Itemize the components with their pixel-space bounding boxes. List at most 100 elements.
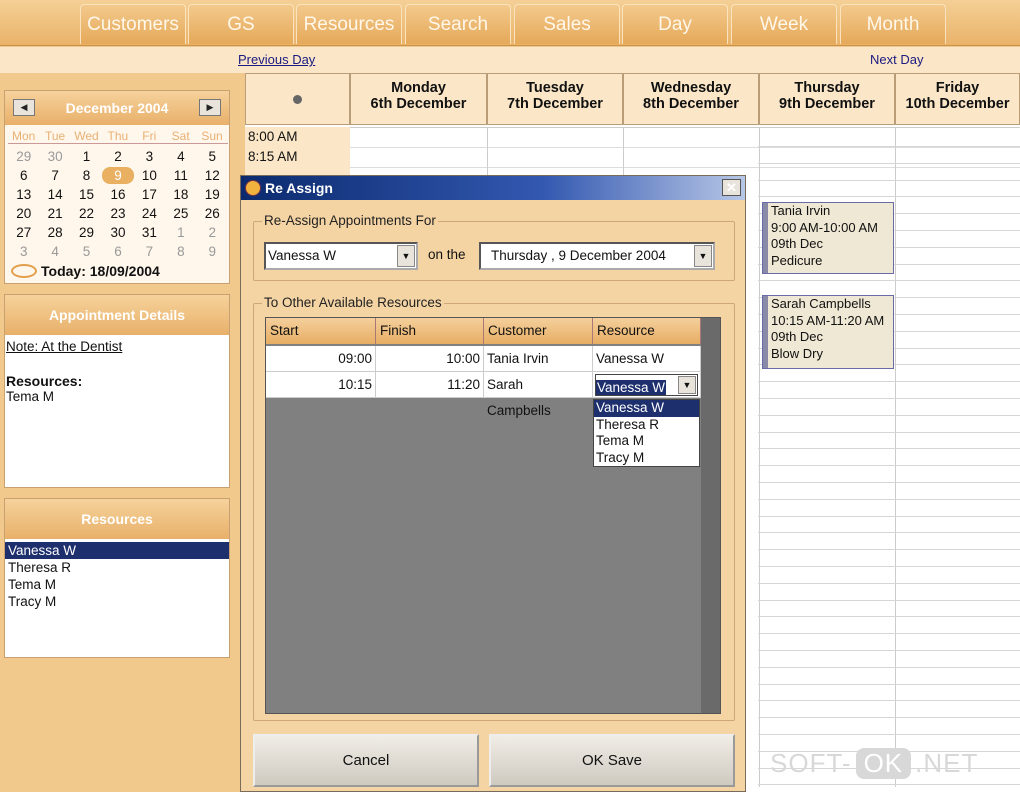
day-header-thursday[interactable]: Thursday 9th December [759,73,895,125]
calendar-day[interactable]: 22 [71,205,102,222]
resources-label: Resources: [6,373,83,389]
calendar-day[interactable]: 17 [134,186,165,203]
calendar-day[interactable]: 5 [71,243,102,260]
schedule-row-line [758,280,1020,281]
calendar-day[interactable]: 13 [8,186,39,203]
schedule-row-line [758,616,1020,617]
appointment-time: 9:00 AM-10:00 AM [771,219,878,235]
dialog-title-bar: Re Assign ✕ [241,176,745,200]
calendar-day[interactable]: 3 [134,148,165,165]
column-header[interactable]: Resource [593,318,701,344]
resource-list-item[interactable]: Vanessa W [5,542,229,559]
calendar-day[interactable]: 8 [71,167,102,184]
calendar-day[interactable]: 23 [102,205,133,222]
left-arrow-icon[interactable]: ◀ [13,99,35,116]
column-header[interactable]: Finish [376,318,484,344]
tab-week[interactable]: Week [731,4,837,44]
previous-day-link[interactable]: Previous Day [238,52,315,67]
resource-list-item[interactable]: Tema M [5,576,229,593]
calendar-day[interactable]: 4 [165,148,196,165]
day-date: 10th December [905,96,1010,112]
cancel-button[interactable]: Cancel [253,734,479,787]
calendar-day[interactable]: 11 [165,167,196,184]
calendar-day[interactable]: 31 [134,224,165,241]
calendar-day[interactable]: 24 [134,205,165,222]
schedule-row-line [758,516,1020,517]
calendar-day[interactable]: 29 [8,148,39,165]
calendar-day[interactable]: 2 [197,224,228,241]
calendar-day[interactable]: 30 [102,224,133,241]
cell-resource-combo[interactable]: Vanessa W ▼ [593,372,701,398]
calendar-day[interactable]: 12 [197,167,228,184]
today-link[interactable]: Today: 18/09/2004 [11,263,160,279]
calendar-day[interactable]: 6 [8,167,39,184]
calendar-day[interactable]: 8 [165,243,196,260]
cell-start: 09:00 [266,346,376,372]
table-scrollbar[interactable] [701,318,720,713]
calendar-day[interactable]: 25 [165,205,196,222]
column-header[interactable]: Customer [484,318,593,344]
tab-month[interactable]: Month [840,4,946,44]
calendar-day[interactable]: 26 [197,205,228,222]
appointment-block[interactable]: Sarah Campbells 10:15 AM-11:20 AM 09th D… [762,295,894,369]
calendar-day[interactable]: 30 [39,148,70,165]
calendar-day[interactable]: 1 [71,148,102,165]
calendar-day[interactable]: 21 [39,205,70,222]
calendar-day[interactable]: 16 [102,186,133,203]
calendar-day[interactable]: 2 [102,148,133,165]
calendar-day[interactable]: 29 [71,224,102,241]
calendar-day[interactable]: 5 [197,148,228,165]
resource-list-item[interactable]: Theresa R [5,559,229,576]
resource-list-item[interactable]: Tracy M [5,593,229,610]
resource-select[interactable]: Vanessa W ▼ [264,242,418,270]
right-arrow-icon[interactable]: ▶ [199,99,221,116]
close-icon[interactable]: ✕ [722,179,741,196]
tab-day[interactable]: Day [622,4,728,44]
calendar-day[interactable]: 9 [197,243,228,260]
calendar-day[interactable]: 4 [39,243,70,260]
dropdown-option[interactable]: Tema M [594,433,699,450]
calendar-day[interactable]: 9 [102,167,134,184]
dropdown-option[interactable]: Vanessa W [594,400,699,417]
calendar-day[interactable]: 7 [134,243,165,260]
calendar-day[interactable]: 3 [8,243,39,260]
day-header-friday[interactable]: Friday 10th December [895,73,1020,125]
weekday-label: Wed [74,129,99,143]
tab-sales[interactable]: Sales [514,4,620,44]
calendar-day[interactable]: 7 [39,167,70,184]
cell-resource[interactable]: Vanessa W [593,346,701,372]
schedule-row-line [758,684,1020,685]
chevron-down-icon[interactable]: ▼ [397,245,415,267]
calendar-day[interactable]: 20 [8,205,39,222]
tab-resources[interactable]: Resources [296,4,402,44]
schedule-row-line [758,381,1020,382]
calendar-day[interactable]: 15 [71,186,102,203]
date-picker[interactable]: Thursday , 9 December 2004 ▼ [479,242,715,270]
calendar-day[interactable]: 14 [39,186,70,203]
chevron-down-icon[interactable]: ▼ [694,245,712,267]
day-header-tuesday[interactable]: Tuesday 7th December [487,73,623,125]
calendar-day[interactable]: 28 [39,224,70,241]
calendar-day[interactable]: 10 [134,167,165,184]
today-label: Today: 18/09/2004 [41,263,160,279]
appointment-block[interactable]: Tania Irvin 9:00 AM-10:00 AM 09th Dec Pe… [762,202,894,274]
resources-title: Resources [5,499,229,539]
day-header-wednesday[interactable]: Wednesday 8th December [623,73,759,125]
column-divider [895,127,896,787]
calendar-day[interactable]: 19 [197,186,228,203]
dropdown-option[interactable]: Tracy M [594,450,699,467]
day-header-monday[interactable]: Monday 6th December [350,73,487,125]
calendar-day[interactable]: 18 [165,186,196,203]
app-icon [245,180,261,196]
ok-save-button[interactable]: OK Save [489,734,735,787]
tab-customers[interactable]: Customers [80,4,186,44]
next-day-link[interactable]: Next Day [870,52,923,67]
tab-gs[interactable]: GS [188,4,294,44]
column-header[interactable]: Start [266,318,376,344]
calendar-day[interactable]: 27 [8,224,39,241]
chevron-down-icon[interactable]: ▼ [678,376,696,394]
tab-search[interactable]: Search [405,4,511,44]
calendar-day[interactable]: 6 [102,243,133,260]
dropdown-option[interactable]: Theresa R [594,417,699,434]
calendar-day[interactable]: 1 [165,224,196,241]
